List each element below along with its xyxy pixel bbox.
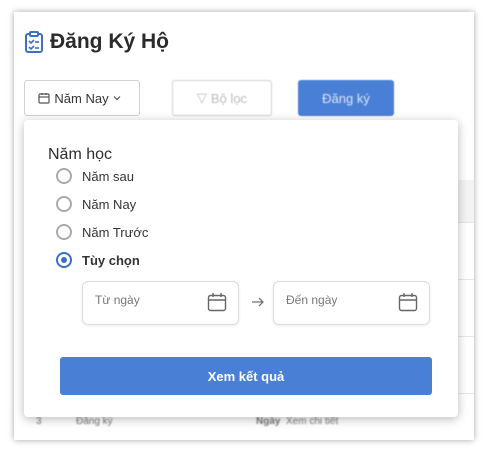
option-this-year[interactable]: Năm Nay	[56, 196, 136, 212]
arrow-right-icon	[252, 297, 264, 307]
clipboard-icon	[25, 31, 43, 53]
calendar-icon[interactable]	[398, 292, 418, 312]
radio-button[interactable]	[56, 168, 72, 184]
page-header: Đăng Ký Hộ	[24, 30, 169, 54]
option-label: Năm Trước	[82, 224, 149, 240]
filter-label: Bộ lọc	[210, 90, 248, 106]
to-date-field[interactable]: Đến ngày	[273, 281, 430, 325]
from-date-field[interactable]: Từ ngày	[82, 281, 239, 325]
radio-button[interactable]	[56, 196, 72, 212]
register-button[interactable]: Đăng ký	[298, 80, 394, 116]
year-filter-popup: Năm học Năm sau Năm Nay Năm Trước Tùy ch…	[24, 120, 458, 417]
filter-button[interactable]: ▽ Bộ lọc	[172, 80, 272, 116]
option-custom[interactable]: Tùy chọn	[56, 252, 140, 268]
calendar-icon	[38, 93, 51, 104]
filter-icon: ▽	[196, 90, 207, 105]
year-dropdown-label: Năm Nay	[54, 90, 109, 106]
view-results-button[interactable]: Xem kết quả	[60, 357, 432, 395]
option-last-year[interactable]: Năm Trước	[56, 224, 148, 240]
chevron-down-icon	[113, 96, 121, 101]
option-label: Năm Nay	[82, 196, 137, 212]
option-label: Năm sau	[82, 168, 135, 184]
to-date-placeholder: Đến ngày	[286, 293, 338, 307]
row-cell-detail: Xem chi tiết	[286, 416, 339, 427]
row-index: 3	[36, 416, 42, 427]
from-date-placeholder: Từ ngày	[95, 293, 140, 307]
register-label: Đăng ký	[322, 90, 370, 106]
radio-button[interactable]	[56, 224, 72, 240]
row-cell-type: Đăng ký	[76, 416, 113, 427]
calendar-icon[interactable]	[207, 292, 227, 312]
year-dropdown-button[interactable]: Năm Nay	[24, 80, 140, 116]
section-label: Năm học	[48, 146, 113, 163]
option-next-year[interactable]: Năm sau	[56, 168, 134, 184]
page-title: Đăng Ký Hộ	[50, 30, 170, 53]
option-label: Tùy chọn	[82, 252, 140, 268]
app-window: Đăng Ký Hộ Năm Nay ▽ Bộ lọc Đăng ký 3 Đă…	[14, 12, 474, 440]
row-cell-date: Ngày	[256, 416, 281, 427]
radio-button[interactable]	[56, 252, 72, 268]
view-results-label: Xem kết quả	[207, 368, 285, 384]
